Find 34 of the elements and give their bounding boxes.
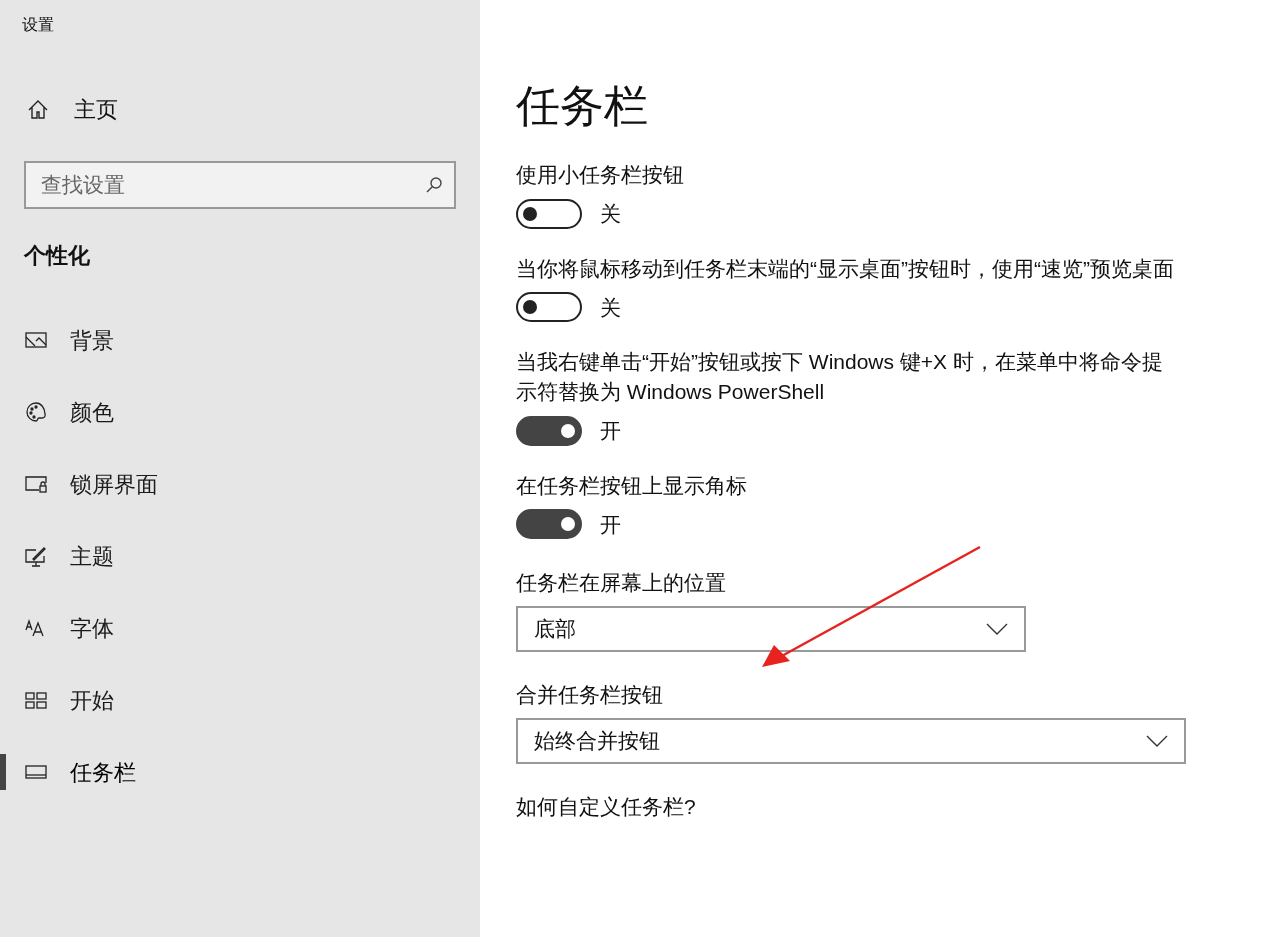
help-link[interactable]: 如何自定义任务栏? <box>516 794 1176 820</box>
section-heading: 个性化 <box>24 242 91 270</box>
toggle-state: 开 <box>600 418 621 444</box>
window-title: 设置 <box>22 15 55 35</box>
toggle-switch[interactable] <box>516 292 582 323</box>
palette-icon <box>24 400 48 424</box>
search-icon <box>424 175 444 195</box>
selection-indicator <box>0 754 6 790</box>
sidebar-item[interactable]: 字体 <box>24 611 114 645</box>
sidebar-item[interactable]: 背景 <box>24 323 114 357</box>
chevron-down-icon <box>1146 735 1168 747</box>
setting-label: 任务栏在屏幕上的位置 <box>516 570 727 596</box>
toggle-state: 开 <box>600 511 621 538</box>
toggle-state: 关 <box>600 201 621 227</box>
sidebar-item[interactable]: 开始 <box>24 683 114 717</box>
dropdown[interactable]: 始终合并按钮 <box>516 718 1186 764</box>
chevron-down-icon <box>986 623 1008 635</box>
sidebar-item[interactable]: 任务栏 <box>24 755 136 789</box>
sidebar-item[interactable]: 锁屏界面 <box>24 467 158 501</box>
search-field[interactable]: 查找设置 <box>24 161 456 209</box>
sidebar-item[interactable]: 主题 <box>24 539 114 573</box>
page-title: 任务栏 <box>516 80 649 132</box>
setting-label: 合并任务栏按钮 <box>516 682 664 708</box>
setting-label: 使用小任务栏按钮 <box>516 162 685 188</box>
toggle-switch[interactable] <box>516 509 582 540</box>
toggle-switch[interactable] <box>516 198 582 229</box>
setting-label: 当我右键单击“开始”按钮或按下 Windows 键+X 时，在菜单中将命令提示符替换为 Windows PowerShell <box>516 349 1164 405</box>
toggle-state: 关 <box>600 294 621 321</box>
toggle-switch[interactable] <box>516 415 582 446</box>
home-link[interactable]: 主页 <box>26 93 118 126</box>
sidebar-item[interactable]: 颜色 <box>24 395 114 429</box>
dropdown[interactable]: 底部 <box>516 606 1026 652</box>
setting-label: 在任务栏按钮上显示角标 <box>516 472 748 499</box>
setting-label: 当你将鼠标移动到任务栏末端的“显示桌面”按钮时，使用“速览”预览桌面 <box>516 255 1175 282</box>
